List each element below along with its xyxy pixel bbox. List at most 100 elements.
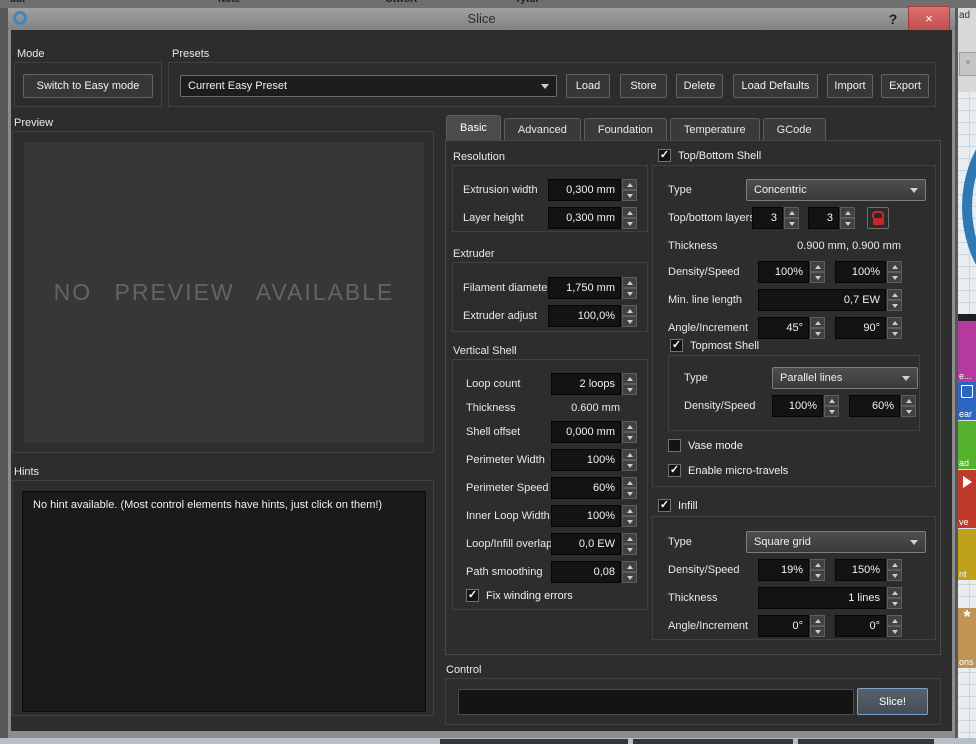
print-button[interactable]: nt bbox=[958, 529, 976, 580]
infill-checkbox[interactable] bbox=[658, 499, 671, 512]
filament-diameter-spinbox[interactable]: 1,750 mm bbox=[548, 277, 637, 299]
shell-offset-value[interactable]: 0,000 mm bbox=[551, 421, 621, 443]
infill-speed-value[interactable]: 150% bbox=[835, 559, 886, 581]
topmost-density-value[interactable]: 100% bbox=[772, 395, 823, 417]
toolbar-fragment-magenta[interactable]: e... bbox=[958, 321, 976, 382]
perimeter-speed-spinbox[interactable]: 60% bbox=[551, 477, 637, 499]
spinner-up-icon[interactable] bbox=[784, 207, 799, 218]
extruder-adjust-value[interactable]: 100,0% bbox=[548, 305, 621, 327]
spinner-up-icon[interactable] bbox=[622, 477, 637, 488]
top-bottom-shell-checkbox[interactable] bbox=[658, 149, 671, 162]
tbs-layers-1-value[interactable]: 3 bbox=[752, 207, 783, 229]
spinner-down-icon[interactable] bbox=[622, 288, 637, 299]
spinner-down-icon[interactable] bbox=[622, 544, 637, 555]
spinner-down-icon[interactable] bbox=[840, 218, 855, 229]
spinner-up-icon[interactable] bbox=[622, 305, 637, 316]
slice-button[interactable]: Slice! bbox=[857, 688, 928, 715]
tbs-increment-spinbox[interactable]: 90° bbox=[835, 317, 902, 339]
loop-count-value[interactable]: 2 loops bbox=[551, 373, 621, 395]
spinner-up-icon[interactable] bbox=[824, 395, 839, 406]
inner-loop-width-value[interactable]: 100% bbox=[551, 505, 621, 527]
preset-select[interactable]: Current Easy Preset bbox=[180, 75, 557, 97]
tbs-type-select[interactable]: Concentric bbox=[746, 179, 926, 201]
spinner-down-icon[interactable] bbox=[622, 488, 637, 499]
spinner-up-icon[interactable] bbox=[810, 559, 825, 570]
tbs-speed-value[interactable]: 100% bbox=[835, 261, 886, 283]
tbs-angle-spinbox[interactable]: 45° bbox=[758, 317, 825, 339]
tab-advanced[interactable]: Advanced bbox=[504, 118, 581, 140]
taskbar-item[interactable] bbox=[440, 739, 628, 744]
infill-density-spinbox[interactable]: 19% bbox=[758, 559, 825, 581]
tbs-increment-value[interactable]: 90° bbox=[835, 317, 886, 339]
spinner-up-icon[interactable] bbox=[901, 395, 916, 406]
delete-preset-button[interactable]: Delete bbox=[676, 74, 723, 98]
loop-count-spinbox[interactable]: 2 loops bbox=[551, 373, 637, 395]
spinner-up-icon[interactable] bbox=[810, 261, 825, 272]
tab-foundation[interactable]: Foundation bbox=[584, 118, 667, 140]
min-line-length-spinbox[interactable]: 0,7 EW bbox=[758, 289, 902, 311]
spinner-down-icon[interactable] bbox=[622, 460, 637, 471]
spinner-down-icon[interactable] bbox=[622, 384, 637, 395]
spinner-up-icon[interactable] bbox=[622, 373, 637, 384]
path-smoothing-spinbox[interactable]: 0,08 bbox=[551, 561, 637, 583]
layer-height-value[interactable]: 0,300 mm bbox=[548, 207, 621, 229]
layers-lock-button[interactable] bbox=[867, 207, 889, 229]
taskbar-item[interactable] bbox=[633, 739, 793, 744]
infill-increment-value[interactable]: 0° bbox=[835, 615, 886, 637]
load-defaults-button[interactable]: Load Defaults bbox=[733, 74, 818, 98]
store-preset-button[interactable]: Store bbox=[620, 74, 667, 98]
infill-increment-spinbox[interactable]: 0° bbox=[835, 615, 902, 637]
titlebar[interactable]: Slice ? × bbox=[8, 8, 955, 30]
spinner-down-icon[interactable] bbox=[810, 570, 825, 581]
spinner-down-icon[interactable] bbox=[887, 300, 902, 311]
spinner-down-icon[interactable] bbox=[622, 218, 637, 229]
spinner-up-icon[interactable] bbox=[622, 207, 637, 218]
spinner-up-icon[interactable] bbox=[887, 615, 902, 626]
loop-infill-overlap-spinbox[interactable]: 0,0 EW bbox=[551, 533, 637, 555]
inner-loop-width-spinbox[interactable]: 100% bbox=[551, 505, 637, 527]
extrusion-width-value[interactable]: 0,300 mm bbox=[548, 179, 621, 201]
spinner-up-icon[interactable] bbox=[622, 179, 637, 190]
extrusion-width-spinbox[interactable]: 0,300 mm bbox=[548, 179, 637, 201]
infill-angle-value[interactable]: 0° bbox=[758, 615, 809, 637]
spinner-down-icon[interactable] bbox=[810, 272, 825, 283]
topmost-density-spinbox[interactable]: 100% bbox=[772, 395, 839, 417]
tab-basic[interactable]: Basic bbox=[446, 115, 501, 140]
close-button[interactable]: × bbox=[908, 6, 950, 31]
spinner-down-icon[interactable] bbox=[887, 272, 902, 283]
spinner-up-icon[interactable] bbox=[887, 261, 902, 272]
spinner-down-icon[interactable] bbox=[622, 572, 637, 583]
infill-angle-spinbox[interactable]: 0° bbox=[758, 615, 825, 637]
spinner-up-icon[interactable] bbox=[622, 533, 637, 544]
path-smoothing-value[interactable]: 0,08 bbox=[551, 561, 621, 583]
save-button[interactable]: ve bbox=[958, 470, 976, 528]
layer-height-spinbox[interactable]: 0,300 mm bbox=[548, 207, 637, 229]
spinner-down-icon[interactable] bbox=[784, 218, 799, 229]
tbs-layers-2-spinbox[interactable]: 3 bbox=[808, 207, 855, 229]
fix-winding-errors-checkbox[interactable] bbox=[466, 589, 479, 602]
vase-mode-checkbox[interactable] bbox=[668, 439, 681, 452]
tab-temperature[interactable]: Temperature bbox=[670, 118, 760, 140]
spinner-down-icon[interactable] bbox=[810, 626, 825, 637]
tbs-angle-value[interactable]: 45° bbox=[758, 317, 809, 339]
tbs-layers-2-value[interactable]: 3 bbox=[808, 207, 839, 229]
spinner-down-icon[interactable] bbox=[887, 570, 902, 581]
infill-speed-spinbox[interactable]: 150% bbox=[835, 559, 902, 581]
load-preset-button[interactable]: Load bbox=[566, 74, 610, 98]
switch-easy-mode-button[interactable]: Switch to Easy mode bbox=[23, 74, 153, 98]
spinner-up-icon[interactable] bbox=[810, 317, 825, 328]
import-preset-button[interactable]: Import bbox=[827, 74, 873, 98]
spinner-up-icon[interactable] bbox=[887, 317, 902, 328]
load-button[interactable]: ad bbox=[958, 421, 976, 469]
extruder-adjust-spinbox[interactable]: 100,0% bbox=[548, 305, 637, 327]
spinner-down-icon[interactable] bbox=[622, 316, 637, 327]
tbs-density-value[interactable]: 100% bbox=[758, 261, 809, 283]
tab-gcode[interactable]: GCode bbox=[763, 118, 826, 140]
spinner-down-icon[interactable] bbox=[887, 598, 902, 609]
spinner-down-icon[interactable] bbox=[887, 626, 902, 637]
spinner-down-icon[interactable] bbox=[622, 432, 637, 443]
topmost-speed-value[interactable]: 60% bbox=[849, 395, 900, 417]
spinner-up-icon[interactable] bbox=[622, 277, 637, 288]
infill-density-value[interactable]: 19% bbox=[758, 559, 809, 581]
shell-offset-spinbox[interactable]: 0,000 mm bbox=[551, 421, 637, 443]
